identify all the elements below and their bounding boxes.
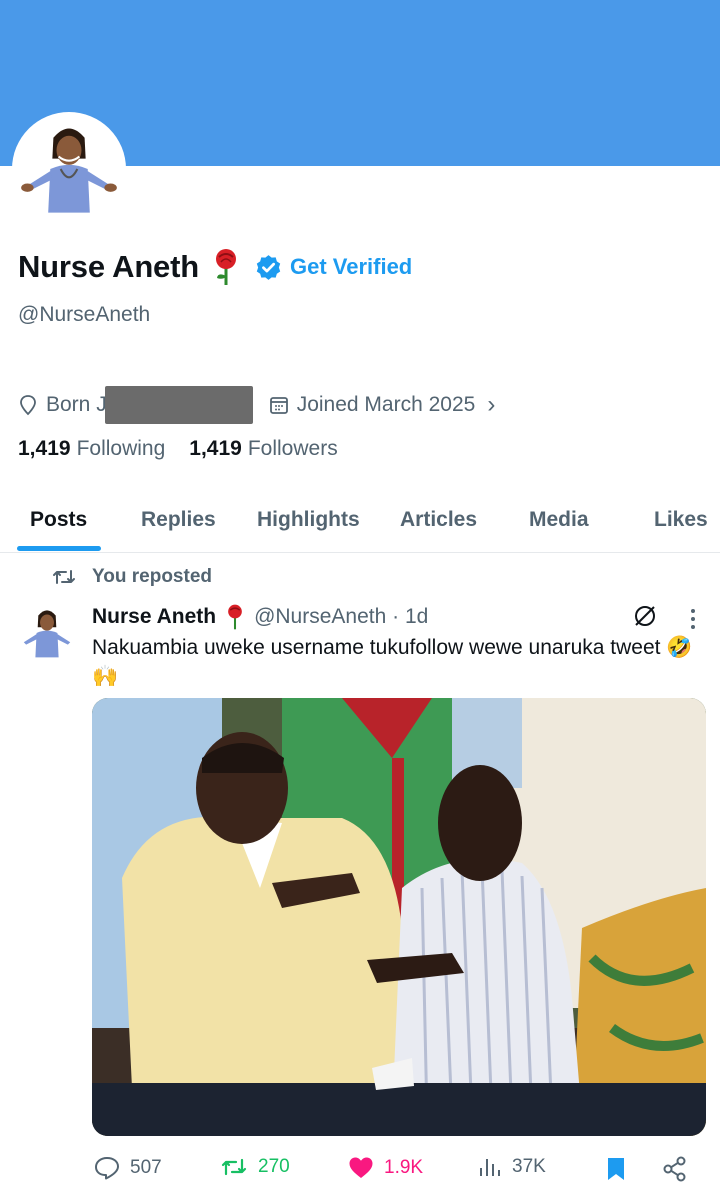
repost-icon [221, 1158, 247, 1176]
birthdate-text: Born J [46, 393, 107, 416]
location-pin-icon [20, 395, 36, 416]
bookmark-icon [608, 1158, 624, 1180]
reply-button[interactable]: 507 [94, 1156, 162, 1180]
views-count: 37K [512, 1156, 546, 1177]
profile-avatar[interactable] [12, 112, 126, 226]
tab-highlights[interactable]: Highlights [257, 508, 360, 532]
profile-meta: Born J Joined March 2025 › [18, 385, 495, 425]
verified-badge-icon[interactable] [255, 254, 282, 281]
repost-count: 270 [258, 1156, 290, 1177]
post-header: Nurse Aneth @NurseAneth · 1d [92, 604, 428, 630]
tab-posts[interactable]: Posts [30, 508, 87, 532]
nurse-avatar-illustration [23, 610, 71, 658]
views-button[interactable]: 37K [478, 1156, 546, 1178]
profile-tabs: Posts Replies Highlights Articles Media … [0, 490, 720, 553]
following-count: 1,419 [18, 437, 71, 460]
bookmark-button[interactable] [605, 1156, 637, 1182]
followers-label: Followers [247, 437, 338, 460]
active-tab-indicator [17, 546, 101, 551]
profile-handle: @NurseAneth [18, 303, 151, 326]
post-author-handle[interactable]: @NurseAneth · 1d [254, 605, 428, 629]
share-button[interactable] [662, 1156, 698, 1182]
chevron-right-icon[interactable]: › [487, 391, 495, 419]
like-button[interactable]: 1.9K [348, 1156, 423, 1180]
post-photo-image [92, 698, 706, 1136]
post-author-avatar[interactable] [18, 604, 76, 662]
post-actions: 507 270 1.9K 37K [0, 1148, 720, 1188]
profile-name: Nurse Aneth [18, 249, 199, 284]
repost-button[interactable]: 270 [220, 1156, 290, 1178]
post-author-name[interactable]: Nurse Aneth [92, 605, 216, 629]
views-chart-icon [480, 1159, 500, 1176]
follow-stats: 1,419 Following 1,419 Followers [18, 437, 362, 461]
nurse-avatar-illustration [21, 128, 117, 213]
joined-date: Joined March 2025 [296, 393, 476, 416]
tab-articles[interactable]: Articles [400, 508, 477, 532]
reply-icon [95, 1157, 119, 1180]
rose-emoji-icon [215, 249, 236, 285]
post-photo[interactable] [92, 698, 706, 1136]
redacted-birthdate [104, 386, 253, 424]
tab-likes[interactable]: Likes [654, 508, 708, 532]
reply-count: 507 [130, 1157, 162, 1178]
followers-count: 1,419 [189, 437, 242, 460]
following-label: Following [76, 437, 166, 460]
rose-emoji-icon [228, 604, 242, 630]
profile-name-row: Nurse Aneth Get Verified [18, 248, 412, 286]
share-icon [663, 1156, 686, 1182]
following-link[interactable]: 1,419 Following [18, 437, 165, 461]
post-text: Nakuambia uweke username tukufollow wewe… [92, 636, 693, 688]
tab-replies[interactable]: Replies [141, 508, 216, 532]
get-verified-link[interactable]: Get Verified [290, 254, 412, 280]
grok-icon[interactable] [632, 603, 658, 629]
repost-context: You reposted [52, 566, 212, 588]
calendar-icon [269, 397, 288, 414]
followers-link[interactable]: 1,419 Followers [189, 437, 337, 461]
repost-label: You reposted [92, 566, 212, 587]
heart-icon [349, 1157, 373, 1178]
repost-icon [53, 570, 75, 584]
like-count: 1.9K [384, 1157, 424, 1178]
more-options-icon[interactable] [684, 606, 702, 632]
tab-media[interactable]: Media [529, 508, 589, 532]
